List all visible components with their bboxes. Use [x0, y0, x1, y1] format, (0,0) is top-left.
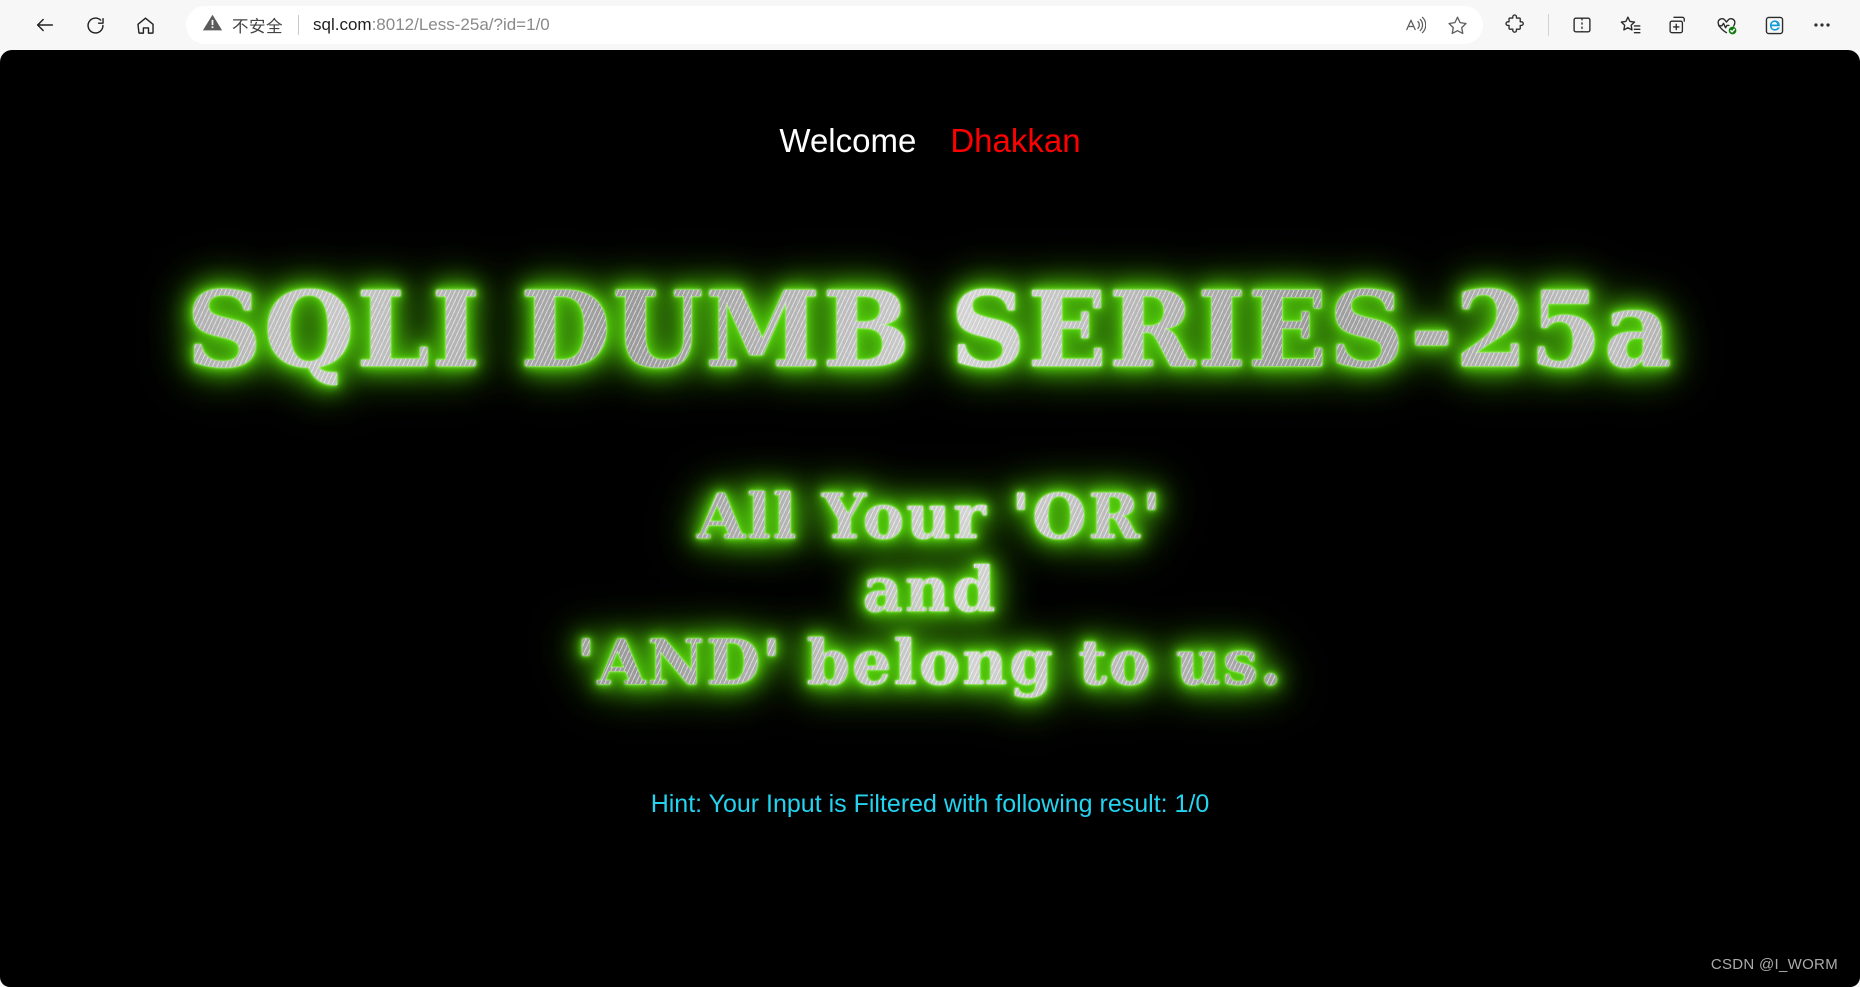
favorites-icon[interactable] [1608, 6, 1652, 44]
subtitle-line-3: 'AND' belong to us. [0, 626, 1860, 700]
read-aloud-icon[interactable] [1395, 8, 1435, 42]
settings-more-icon[interactable] [1800, 6, 1844, 44]
address-divider [298, 15, 299, 35]
subtitle-block: All Your 'OR' and 'AND' belong to us. [0, 480, 1860, 700]
subtitle-line-1: All Your 'OR' [0, 480, 1860, 554]
toolbar-separator [1548, 14, 1549, 36]
extensions-icon[interactable] [1493, 6, 1537, 44]
browser-toolbar: 不安全 sql.com:8012/Less-25a/?id=1/0 [0, 0, 1860, 50]
not-secure-label: 不安全 [232, 17, 283, 36]
home-button[interactable] [122, 6, 168, 44]
ie-mode-icon[interactable] [1752, 6, 1796, 44]
browser-essentials-icon[interactable] [1704, 6, 1748, 44]
collections-icon[interactable] [1656, 6, 1700, 44]
url-path: :8012/Less-25a/?id=1/0 [371, 15, 550, 34]
back-button[interactable] [22, 6, 68, 44]
toolbar-right-icons [1493, 6, 1860, 44]
hint-message: Hint: Your Input is Filtered with follow… [650, 790, 1210, 818]
page-title: SQLI DUMB SERIES-25a [0, 272, 1860, 389]
navigation-buttons [0, 6, 168, 44]
welcome-line: Welcome Dhakkan [0, 122, 1860, 160]
split-screen-icon[interactable] [1560, 6, 1604, 44]
welcome-label: Welcome [779, 122, 917, 159]
url-host: sql.com [313, 15, 372, 34]
warning-triangle-icon [202, 12, 223, 38]
address-bar-actions [1395, 8, 1477, 42]
favorite-star-icon[interactable] [1437, 8, 1477, 42]
address-bar[interactable]: 不安全 sql.com:8012/Less-25a/?id=1/0 [186, 6, 1483, 44]
watermark-label: CSDN @I_WORM [1710, 956, 1838, 973]
page-viewport: Welcome Dhakkan SQLI DUMB SERIES-25a All … [0, 50, 1860, 987]
url-text[interactable]: sql.com:8012/Less-25a/?id=1/0 [313, 15, 550, 35]
user-name-label: Dhakkan [950, 122, 1081, 159]
subtitle-line-2: and [0, 553, 1860, 627]
site-security-indicator[interactable]: 不安全 [202, 12, 283, 38]
refresh-button[interactable] [72, 6, 118, 44]
